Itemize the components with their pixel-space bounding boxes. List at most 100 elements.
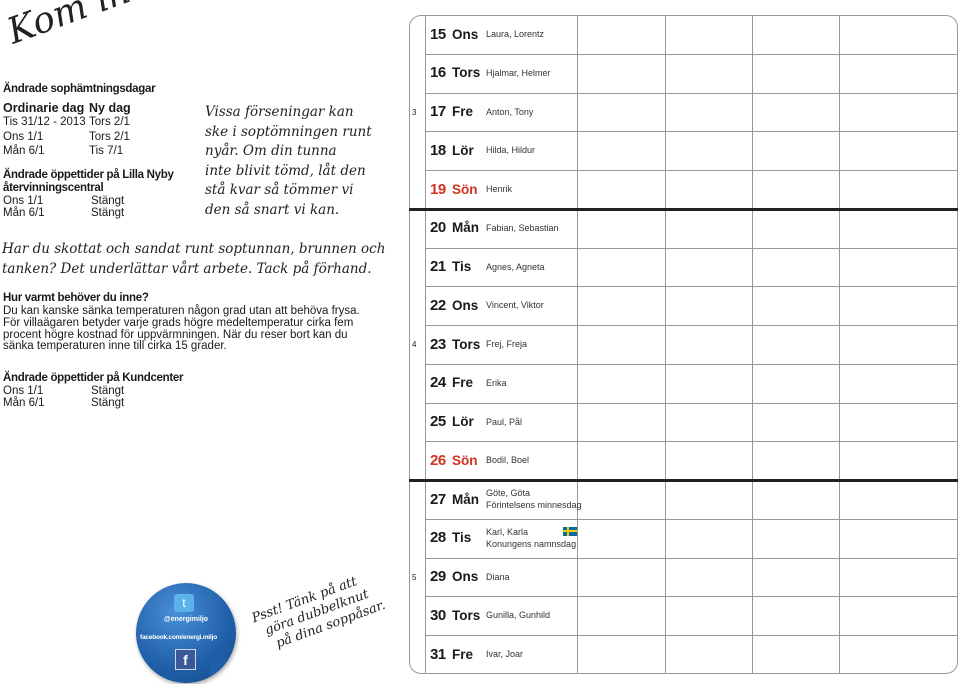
facebook-link[interactable]: facebook.com/energi.miljo <box>140 634 217 641</box>
col-header-ordinary: Ordinarie dag <box>3 101 85 115</box>
delay-note: Vissa förseningar kan ske i soptömningen… <box>205 103 372 220</box>
kundcenter-title: Ändrade öppettider på Kundcenter <box>3 372 184 384</box>
weekday: Sön <box>452 452 478 468</box>
calendar-day-row[interactable]: 25 Lör Paul, Pål <box>430 403 522 441</box>
day-number: 31 <box>430 645 446 663</box>
day-number: 29 <box>430 568 446 586</box>
names: Anton, Tony <box>486 106 534 117</box>
delay-note-line: stå kvar så tömmer vi <box>205 182 354 198</box>
weekday: Tors <box>452 65 481 81</box>
weekday: Lör <box>452 414 474 430</box>
calendar-day-row[interactable]: 17 Fre Anton, Tony <box>430 93 533 131</box>
name-day: Hjalmar, Helmer <box>486 67 551 79</box>
weekday: Mån <box>452 491 479 507</box>
calendar-day-row[interactable]: 26 Sön Bodil, Boel <box>430 441 529 479</box>
garbage-row-date: Mån 6/1 <box>3 145 45 157</box>
calendar-day-row[interactable]: 20 Mån Fabian, Sebastian <box>430 209 559 247</box>
calendar-day-row[interactable]: 24 Fre Erika <box>430 364 507 402</box>
day-number: 21 <box>430 258 446 276</box>
grid-line <box>665 15 666 674</box>
delay-note-line: ske i soptömningen runt <box>205 123 372 140</box>
heating-line: sänka temperaturen inne till cirka 15 gr… <box>3 340 227 353</box>
weekday: Ons <box>452 26 479 42</box>
calendar-day-row[interactable]: 18 Lör Hilda, Hildur <box>430 131 535 169</box>
grid-line <box>839 15 840 674</box>
day-number: 22 <box>430 296 446 314</box>
garbage-row-new: Tors 2/1 <box>89 131 130 143</box>
week-number: 4 <box>412 340 417 350</box>
twitter-handle[interactable]: @energimiljo <box>136 616 236 623</box>
calendar-day-row[interactable]: 31 Fre Ivar, Joar <box>430 635 523 673</box>
names: Frej, Freja <box>486 339 528 350</box>
day-number: 26 <box>430 451 446 469</box>
names: Diana <box>486 571 510 582</box>
calendar-day-row[interactable]: 27 Mån Göte, Göta Förintelsens minnesdag <box>430 480 582 518</box>
week-number: 5 <box>412 572 417 582</box>
page-curl <box>210 657 236 683</box>
grid-line <box>425 15 426 674</box>
holiday: Förintelsens minnesdag <box>486 500 582 511</box>
weekday: Sön <box>452 181 478 197</box>
names: Henrik <box>486 184 513 195</box>
twitter-icon: t <box>174 594 194 612</box>
calendar-day-row[interactable]: 30 Tors Gunilla, Gunhild <box>430 596 550 634</box>
weekday: Tors <box>452 607 481 623</box>
names: Fabian, Sebastian <box>486 222 559 233</box>
calendar-day-row[interactable]: 28 Tis Karl, Karla Konungens namnsdag <box>430 519 576 557</box>
recycling-title: Ändrade öppettider på Lilla Nyby <box>3 169 174 181</box>
garbage-title: Ändrade sophämtningsdagar <box>3 83 156 95</box>
calendar-day-row[interactable]: 23 Tors Frej, Freja <box>430 325 527 363</box>
calendar-day-row[interactable]: 22 Ons Vincent, Viktor <box>430 286 544 324</box>
day-number: 24 <box>430 374 446 392</box>
calendar-day-row[interactable]: 16 Tors Hjalmar, Helmer <box>430 54 551 92</box>
calendar-day-row[interactable]: 15 Ons Laura, Lorentz <box>430 15 544 53</box>
day-number: 28 <box>430 529 446 547</box>
holiday: Konungens namnsdag <box>486 538 577 549</box>
garbage-row-date: Tis 31/12 - 2013 <box>3 116 86 128</box>
weekday: Tors <box>452 336 481 352</box>
shovel-note-line: Har du skottat och sandat runt soptunnan… <box>2 241 386 257</box>
day-number: 30 <box>430 606 446 624</box>
heating-line: För villaägaren betyder varje grads högr… <box>3 316 354 329</box>
recycling-row-date: Ons 1/1 <box>3 195 44 207</box>
calendar-day-row[interactable]: 29 Ons Diana <box>430 558 510 596</box>
delay-note-line: Vissa förseningar kan <box>205 104 354 120</box>
kundcenter-row-status: Stängt <box>91 397 125 409</box>
name-day: Ivar, Joar <box>486 648 523 660</box>
names: Gunilla, Gunhild <box>486 610 551 621</box>
recycling-row-status: Stängt <box>91 207 125 219</box>
name-day: Hilda, Hildur <box>486 144 535 156</box>
weekday: Fre <box>452 104 474 120</box>
shovel-note: Har du skottat och sandat runt soptunnan… <box>2 240 385 279</box>
weekday: Fre <box>452 375 474 391</box>
name-day: Göte, Göta Förintelsens minnesdag <box>486 487 582 511</box>
calendar-day-row[interactable]: 21 Tis Agnes, Agneta <box>430 248 545 286</box>
names: Laura, Lorentz <box>486 29 545 39</box>
kundcenter-row-status: Stängt <box>91 385 125 397</box>
name-day: Vincent, Viktor <box>486 299 544 311</box>
names: Paul, Pål <box>486 416 523 427</box>
name-day: Agnes, Agneta <box>486 261 545 273</box>
facebook-icon: f <box>175 649 196 670</box>
heating-title: Hur varmt behöver du inne? <box>3 292 149 304</box>
names: Hilda, Hildur <box>486 145 536 156</box>
names: Bodil, Boel <box>486 455 530 466</box>
day-number: 27 <box>430 490 446 508</box>
kom-ihag-heading: Kom ihåg! <box>2 0 192 53</box>
week-number: 3 <box>412 107 417 117</box>
garbage-row-new: Tis 7/1 <box>89 145 124 157</box>
names: Erika <box>486 377 507 388</box>
name-day: Gunilla, Gunhild <box>486 609 550 621</box>
swedish-flag-icon <box>563 526 577 536</box>
weekday: Lör <box>452 142 474 158</box>
name-day: Paul, Pål <box>486 416 522 428</box>
name-day: Laura, Lorentz <box>486 28 544 40</box>
names: Agnes, Agneta <box>486 261 545 272</box>
weekday: Fre <box>452 646 474 662</box>
calendar-day-row[interactable]: 19 Sön Henrik <box>430 170 512 208</box>
col-header-new: Ny dag <box>89 101 131 115</box>
social-sticker: t @energimiljo facebook.com/energi.miljo… <box>136 583 236 683</box>
recycling-row-date: Mån 6/1 <box>3 207 45 219</box>
kundcenter-row-date: Mån 6/1 <box>3 397 45 409</box>
weekday: Tis <box>452 530 472 546</box>
